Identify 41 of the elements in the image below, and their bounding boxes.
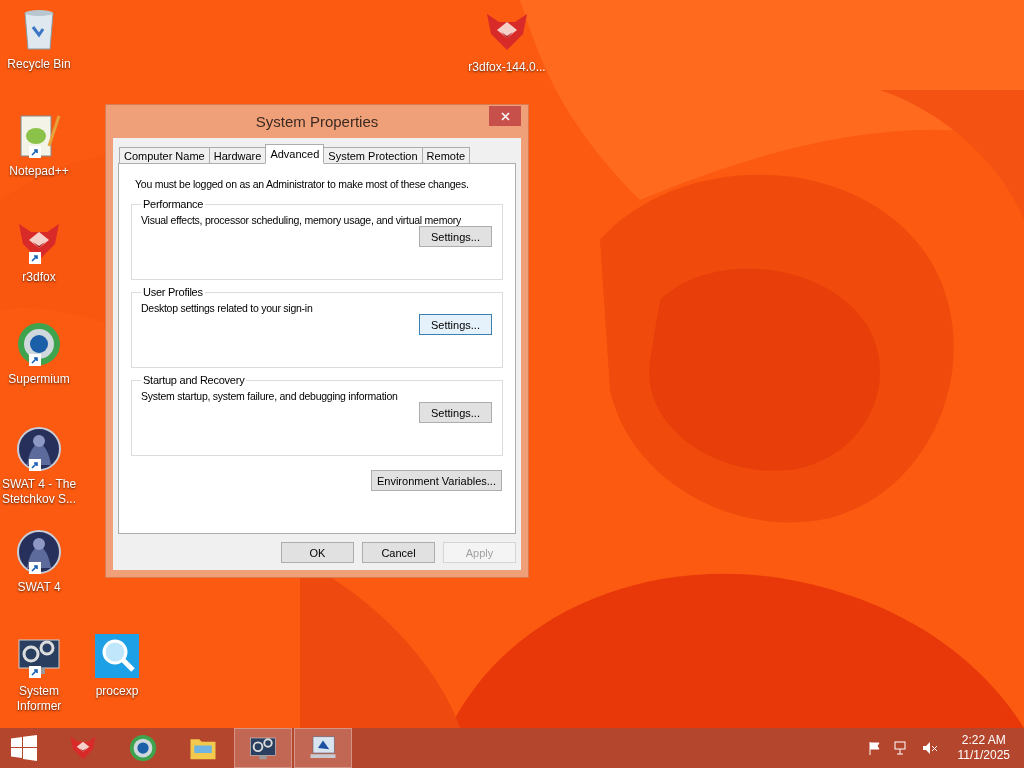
- group-description: Visual effects, processor scheduling, memory usage, and virtual memory: [141, 214, 462, 226]
- desktop-icon-label[interactable]: r3dfox: [22, 270, 56, 285]
- browser-icon: [15, 320, 63, 368]
- clock-time[interactable]: 2:22 AM: [961, 733, 1006, 748]
- desktop-icon-label[interactable]: SWAT 4: [17, 580, 61, 595]
- muted-speaker-icon: [921, 741, 938, 755]
- close-button[interactable]: [489, 106, 521, 126]
- windows-logo-icon: [11, 735, 37, 761]
- desktop-icon-label[interactable]: SWAT 4 - The Stetchkov S...: [0, 477, 78, 507]
- desktop-icon-label[interactable]: Recycle Bin: [7, 57, 71, 72]
- flag-icon: [867, 741, 882, 755]
- desktop-icon-label[interactable]: r3dfox-144.0...: [468, 60, 546, 75]
- admin-note: You must be logged on as an Administrator to make most of these changes.: [135, 178, 470, 190]
- soldier-icon: [15, 528, 63, 576]
- taskbar-app-button[interactable]: [234, 728, 292, 768]
- magnifier-icon: [93, 632, 141, 680]
- close-icon: [500, 111, 510, 121]
- browser-icon: [128, 733, 158, 763]
- taskbar-app-button[interactable]: [294, 728, 352, 768]
- settings-button[interactable]: Settings...: [419, 226, 492, 247]
- group-description: Desktop settings related to your sign-in: [141, 302, 313, 314]
- group-title: Startup and Recovery: [142, 374, 246, 386]
- desktop-icon-label[interactable]: Notepad++: [9, 164, 69, 179]
- group-title: User Profiles: [142, 286, 204, 298]
- clock-date[interactable]: 11/1/2025: [957, 748, 1010, 763]
- dialog-button[interactable]: OK: [281, 542, 354, 563]
- desktop-icon-label[interactable]: Supermium: [8, 372, 70, 387]
- soldier-icon: [15, 425, 63, 473]
- environment-variables-button[interactable]: Environment Variables...: [370, 470, 502, 491]
- group-description: System startup, system failure, and debugging information: [141, 390, 398, 402]
- tab[interactable]: Advanced: [265, 144, 325, 164]
- tab[interactable]: System Protection: [323, 147, 423, 164]
- desktop-icon-label[interactable]: procexp: [95, 684, 139, 699]
- desktop-icon-label[interactable]: System Informer: [0, 684, 78, 714]
- tab[interactable]: Remote: [421, 147, 471, 164]
- settings-button[interactable]: Settings...: [419, 402, 492, 423]
- tab[interactable]: Computer Name: [119, 147, 210, 164]
- group-title: Performance: [142, 198, 205, 210]
- settings-button[interactable]: Settings...: [419, 314, 492, 335]
- window-title: System Properties: [255, 113, 379, 130]
- dialog-button[interactable]: Cancel: [362, 542, 435, 563]
